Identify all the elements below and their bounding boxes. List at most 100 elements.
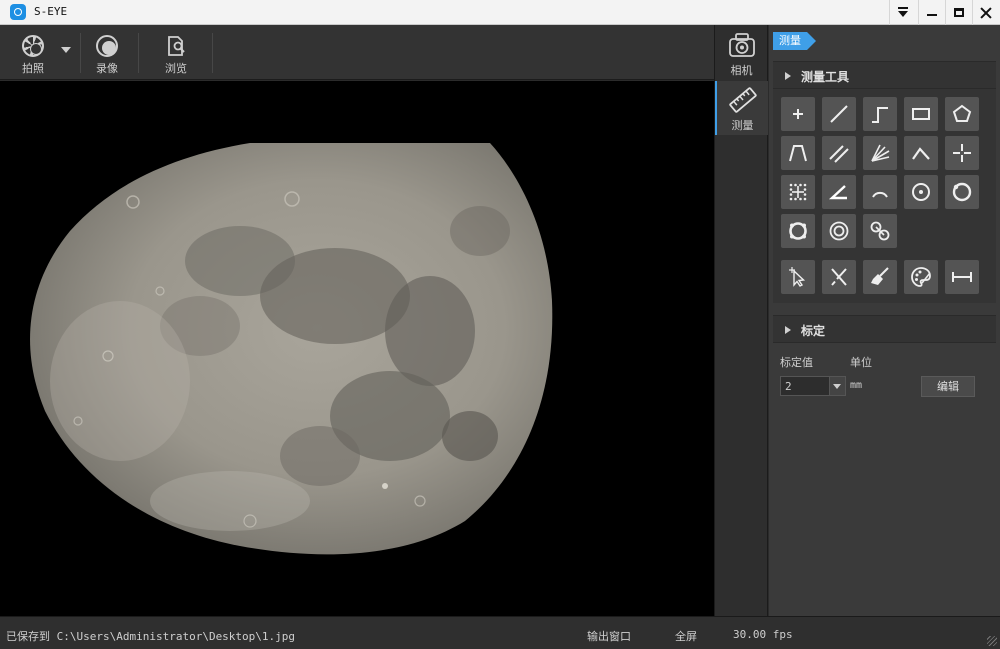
capture-label: 拍照 <box>22 62 44 75</box>
line-icon <box>830 105 848 123</box>
menu-down-icon <box>897 6 908 17</box>
output-window-button[interactable]: 输出窗口 <box>587 628 631 644</box>
palette-icon <box>911 267 931 287</box>
record-icon <box>96 35 118 57</box>
trapezoid-icon <box>789 145 807 162</box>
main-toolbar: 拍照 录像 浏览 <box>0 25 714 80</box>
tab-camera[interactable]: 相机 <box>715 25 768 79</box>
ruler-icon <box>728 87 757 113</box>
arc-tool[interactable] <box>863 175 897 209</box>
calibration-unit: mm <box>850 380 863 391</box>
record-button[interactable]: 录像 <box>88 25 126 80</box>
grid-dots-icon <box>789 183 807 201</box>
circle-distance-tool[interactable] <box>863 214 897 248</box>
saved-path-text: 已保存到 C:\Users\Administrator\Desktop\1.jp… <box>6 630 296 643</box>
cursor-move-icon <box>789 267 806 287</box>
minimize-icon <box>926 13 937 16</box>
calibration-value-select[interactable]: 2 <box>780 376 846 396</box>
title-bar: S-EYE <box>0 0 1000 25</box>
caret-angle-icon <box>912 147 930 160</box>
close-button[interactable] <box>972 0 998 25</box>
measure-panel: 测量 测量工具 标定 标定值 单位 2 mm 编辑 <box>769 25 1000 616</box>
rectangle-icon <box>912 108 930 120</box>
point-tool[interactable] <box>781 97 815 131</box>
toolbar-divider <box>212 33 213 73</box>
app-window: S-EYE 拍照 录像 浏览 相机 测量 测量 测量工具 标定 标定值 单位 2… <box>0 0 1000 649</box>
calibration-area: 标定值 单位 2 mm 编辑 <box>773 344 996 408</box>
calibration-section-title: 标定 <box>801 324 826 338</box>
tab-measure-label: 测量 <box>731 119 754 132</box>
circle-four-point-icon <box>789 222 807 240</box>
browse-button[interactable]: 浏览 <box>156 25 196 80</box>
chevron-right-icon <box>785 326 791 334</box>
toolbar-divider <box>138 33 139 73</box>
parallel-lines-tool[interactable] <box>822 136 856 170</box>
minimize-button[interactable] <box>918 0 944 25</box>
moon-image <box>0 81 714 616</box>
plus-icon <box>793 109 803 119</box>
calibration-unit-label: 单位 <box>850 356 872 369</box>
calibration-section-header[interactable]: 标定 <box>773 315 996 343</box>
calibration-value-label: 标定值 <box>780 356 813 369</box>
fps-readout: 30.00 fps <box>733 628 793 641</box>
multi-lines-icon <box>871 144 890 162</box>
arc-icon <box>872 191 888 198</box>
multi-parallel-tool[interactable] <box>863 136 897 170</box>
status-bar: 已保存到 C:\Users\Administrator\Desktop\1.jp… <box>0 616 1000 649</box>
delete-tool[interactable] <box>822 260 856 294</box>
line-tool[interactable] <box>822 97 856 131</box>
maximize-button[interactable] <box>945 0 971 25</box>
angle-vertex-tool[interactable] <box>904 136 938 170</box>
scissors-icon <box>831 268 847 286</box>
concentric-circle-tool[interactable] <box>822 214 856 248</box>
parallel-lines-icon <box>829 145 849 163</box>
two-circles-icon <box>870 221 890 241</box>
edit-calibration-button[interactable]: 编辑 <box>921 376 975 397</box>
pentagon-icon <box>952 104 972 122</box>
crosshair-icon <box>953 144 971 162</box>
polyline-tool[interactable] <box>863 97 897 131</box>
scale-bar-tool[interactable] <box>945 260 979 294</box>
fullscreen-button[interactable]: 全屏 <box>675 628 697 644</box>
chevron-down-icon <box>61 47 71 53</box>
tab-measure[interactable]: 测量 <box>715 81 768 135</box>
angle-icon <box>828 185 847 200</box>
step-line-icon <box>872 107 888 123</box>
chevron-down-icon[interactable] <box>829 377 845 395</box>
polygon-tool[interactable] <box>945 97 979 131</box>
window-menu-button[interactable] <box>889 0 915 25</box>
record-label: 录像 <box>96 62 118 75</box>
panel-tag: 测量 <box>773 32 816 50</box>
circle-three-point-icon <box>952 182 972 202</box>
capture-options-dropdown[interactable] <box>58 25 74 80</box>
close-icon <box>980 7 992 19</box>
rectangle-tool[interactable] <box>904 97 938 131</box>
color-tool[interactable] <box>904 260 938 294</box>
chevron-right-icon <box>785 72 791 80</box>
grid-points-tool[interactable] <box>781 175 815 209</box>
four-point-circle-tool[interactable] <box>781 214 815 248</box>
side-tab-bar: 相机 测量 <box>714 25 768 616</box>
image-viewport[interactable] <box>0 81 714 616</box>
circle-dot-icon <box>912 183 930 201</box>
tab-camera-label: 相机 <box>730 64 753 77</box>
broom-icon <box>871 267 889 285</box>
clear-tool[interactable] <box>863 260 897 294</box>
three-point-circle-tool[interactable] <box>945 175 979 209</box>
aperture-icon <box>22 35 44 57</box>
resize-grip-icon[interactable] <box>987 636 997 646</box>
calibration-value: 2 <box>785 380 792 393</box>
cross-tool[interactable] <box>945 136 979 170</box>
circle-center-tool[interactable] <box>904 175 938 209</box>
window-title: S-EYE <box>34 5 68 18</box>
tool-grid <box>773 89 996 303</box>
angle-tool[interactable] <box>822 175 856 209</box>
tools-section-header[interactable]: 测量工具 <box>773 61 996 89</box>
capture-button[interactable]: 拍照 <box>14 25 52 80</box>
toolbar-divider <box>80 33 81 73</box>
select-tool[interactable] <box>781 260 815 294</box>
trapezoid-tool[interactable] <box>781 136 815 170</box>
camera-icon <box>728 33 755 57</box>
browse-search-icon <box>165 35 187 57</box>
maximize-icon <box>953 8 964 17</box>
